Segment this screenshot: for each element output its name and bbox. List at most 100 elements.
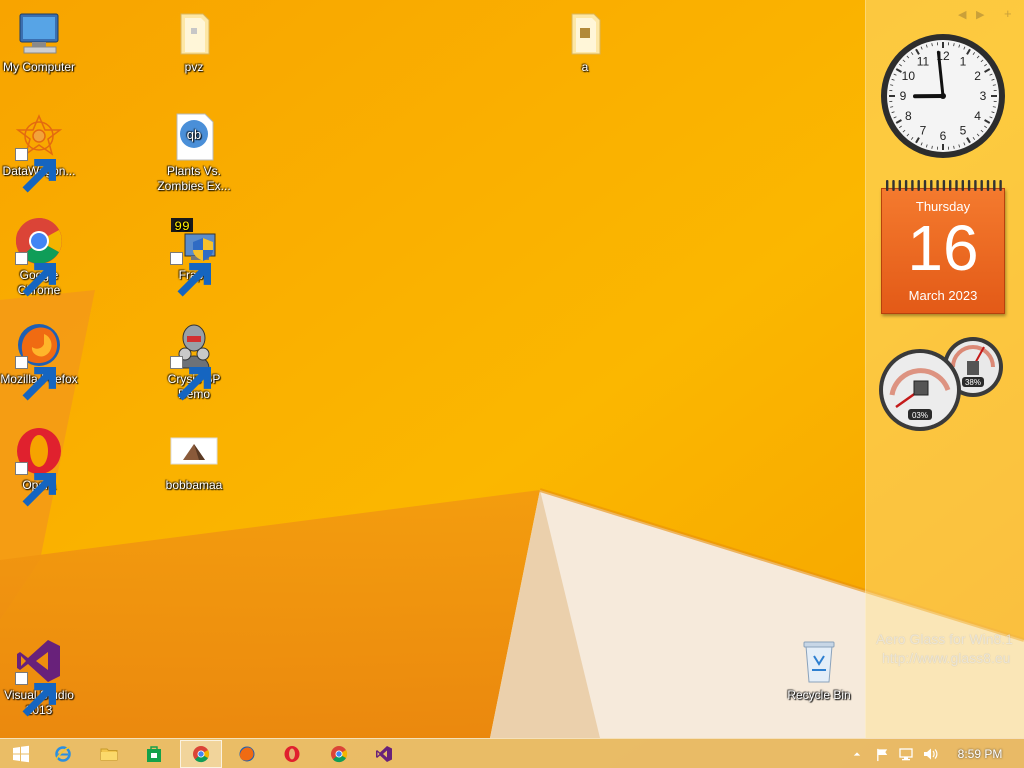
clock-number: 7 bbox=[920, 124, 927, 138]
calendar-ring bbox=[930, 180, 933, 191]
calendar-ring bbox=[974, 180, 977, 191]
folder-icon bbox=[100, 748, 118, 761]
cpu-meter-gadget[interactable]: 38% 03% bbox=[878, 335, 1008, 435]
chrome-icon bbox=[331, 746, 348, 763]
calendar-ring bbox=[892, 180, 895, 191]
desktop-icon-fraps[interactable]: 99 Fraps bbox=[155, 216, 233, 297]
taskbar-internet-explorer[interactable] bbox=[42, 740, 84, 768]
clock-number: 5 bbox=[960, 124, 967, 138]
calendar-ring bbox=[999, 180, 1002, 191]
sidebar-next-icon[interactable]: ▶ bbox=[976, 8, 984, 21]
calendar-ring bbox=[961, 180, 964, 191]
shortcut-arrow-icon bbox=[15, 252, 57, 297]
desktop-icon-label: My Computer bbox=[2, 60, 76, 74]
start-button[interactable] bbox=[0, 740, 42, 768]
visual-studio-icon bbox=[14, 636, 64, 717]
calendar-ring bbox=[986, 180, 990, 191]
calendar-ring bbox=[911, 180, 914, 191]
calendar-rings bbox=[886, 180, 1002, 191]
desktop-icon-plants-vs-zombies[interactable]: qb Plants Vs. Zombies Ex... bbox=[155, 112, 233, 194]
taskbar-firefox[interactable] bbox=[226, 740, 268, 768]
taskbar: 8:59 PM bbox=[0, 738, 1024, 768]
svg-text:qb: qb bbox=[187, 127, 201, 142]
image-file-icon bbox=[169, 426, 219, 476]
desktop-icon-recycle-bin[interactable]: Recycle Bin bbox=[780, 636, 858, 703]
shortcut-arrow-icon bbox=[15, 148, 57, 193]
network-icon bbox=[899, 748, 913, 761]
taskbar-chrome[interactable] bbox=[318, 740, 360, 768]
calendar-ring bbox=[898, 180, 901, 191]
taskbar-store[interactable] bbox=[133, 740, 175, 768]
calendar-ring bbox=[955, 180, 958, 191]
windows-logo-icon bbox=[13, 745, 29, 763]
internet-explorer-icon bbox=[55, 746, 71, 762]
volume-button[interactable] bbox=[920, 739, 940, 768]
desktop-icon-label: pvz bbox=[184, 60, 204, 74]
calendar-gadget[interactable]: Thursday 16 March 2023 bbox=[880, 180, 1006, 315]
sidebar-add-icon[interactable]: + bbox=[1004, 6, 1012, 21]
shortcut-arrow-icon bbox=[15, 672, 57, 717]
aero-glass-watermark: Aero Glass for Win8.1 http://www.glass8.… bbox=[876, 630, 1024, 668]
desktop-icon-label: Recycle Bin bbox=[787, 688, 851, 702]
calendar-ring bbox=[993, 180, 996, 191]
calendar-ring bbox=[980, 180, 983, 191]
recycle-bin-icon bbox=[794, 636, 844, 686]
calendar-ring bbox=[942, 180, 946, 191]
desktop-icon-label: a bbox=[581, 60, 589, 74]
clock-number: 9 bbox=[900, 89, 907, 103]
qbittorrent-file-icon: qb bbox=[169, 112, 219, 162]
calendar-ring bbox=[949, 180, 952, 191]
clock-gadget[interactable]: 1234567891011 12 bbox=[880, 33, 1006, 159]
desktop-icon-datawagon[interactable]: DataWagon... bbox=[0, 112, 78, 193]
opera-icon bbox=[284, 746, 300, 762]
sidebar-prev-icon[interactable]: ◀ bbox=[958, 8, 966, 21]
flag-icon bbox=[876, 748, 887, 761]
clock-number: 3 bbox=[980, 89, 987, 103]
desktop-icon-google-chrome[interactable]: Google Chrome bbox=[0, 216, 78, 298]
network-button[interactable] bbox=[896, 739, 916, 768]
desktop-icon-visual-studio[interactable]: Visual Studio 2013 bbox=[0, 636, 78, 718]
calendar-day: 16 bbox=[907, 212, 979, 284]
calendar-ring bbox=[967, 180, 971, 191]
folder-icon bbox=[560, 8, 610, 58]
firefox-icon bbox=[239, 746, 255, 762]
clock-number: 10 bbox=[902, 69, 916, 83]
shortcut-arrow-icon bbox=[170, 356, 211, 401]
action-center-button[interactable] bbox=[872, 739, 892, 768]
store-icon bbox=[147, 746, 161, 762]
chrome-icon bbox=[193, 746, 210, 763]
cpu-usage-label: 03% bbox=[912, 411, 928, 420]
calendar-ring bbox=[904, 180, 908, 191]
shortcut-arrow-icon bbox=[15, 356, 57, 401]
clock-number: 2 bbox=[974, 69, 981, 83]
memory-usage-label: 38% bbox=[965, 378, 981, 387]
taskbar-chrome-active[interactable] bbox=[180, 740, 222, 768]
calendar-ring bbox=[886, 180, 889, 191]
calendar-month-year: March 2023 bbox=[908, 288, 978, 303]
folder-icon bbox=[169, 8, 219, 58]
crysis-icon bbox=[169, 320, 219, 401]
desktop-icon-bobbamaa[interactable]: bobbamaa bbox=[155, 426, 233, 493]
clock-number: 6 bbox=[940, 129, 947, 143]
show-hidden-icons-button[interactable] bbox=[850, 739, 864, 768]
shortcut-arrow-icon bbox=[15, 462, 57, 507]
desktop-icon-pvz[interactable]: pvz bbox=[155, 8, 233, 75]
clock-number: 4 bbox=[974, 109, 981, 123]
speaker-icon bbox=[924, 748, 938, 760]
desktop-icon-my-computer[interactable]: My Computer bbox=[0, 8, 78, 75]
fraps-icon: 99 bbox=[169, 216, 219, 297]
taskbar-file-explorer[interactable] bbox=[88, 740, 130, 768]
taskbar-visual-studio[interactable] bbox=[363, 740, 405, 768]
taskbar-opera[interactable] bbox=[271, 740, 313, 768]
desktop-icon-a[interactable]: a bbox=[546, 8, 624, 75]
taskbar-clock[interactable]: 8:59 PM bbox=[950, 739, 1010, 768]
computer-icon bbox=[14, 8, 64, 58]
clock-number: 1 bbox=[960, 54, 967, 68]
desktop-icon-mozilla-firefox[interactable]: Mozilla Firefox bbox=[0, 320, 78, 401]
desktop-icon-opera[interactable]: Opera bbox=[0, 426, 78, 507]
calendar-ring bbox=[923, 180, 927, 191]
desktop-icon-crysis[interactable]: Crysis SP Demo bbox=[155, 320, 233, 402]
clock-number: 11 bbox=[917, 54, 930, 68]
shortcut-arrow-icon bbox=[170, 252, 211, 297]
opera-icon bbox=[14, 426, 64, 507]
